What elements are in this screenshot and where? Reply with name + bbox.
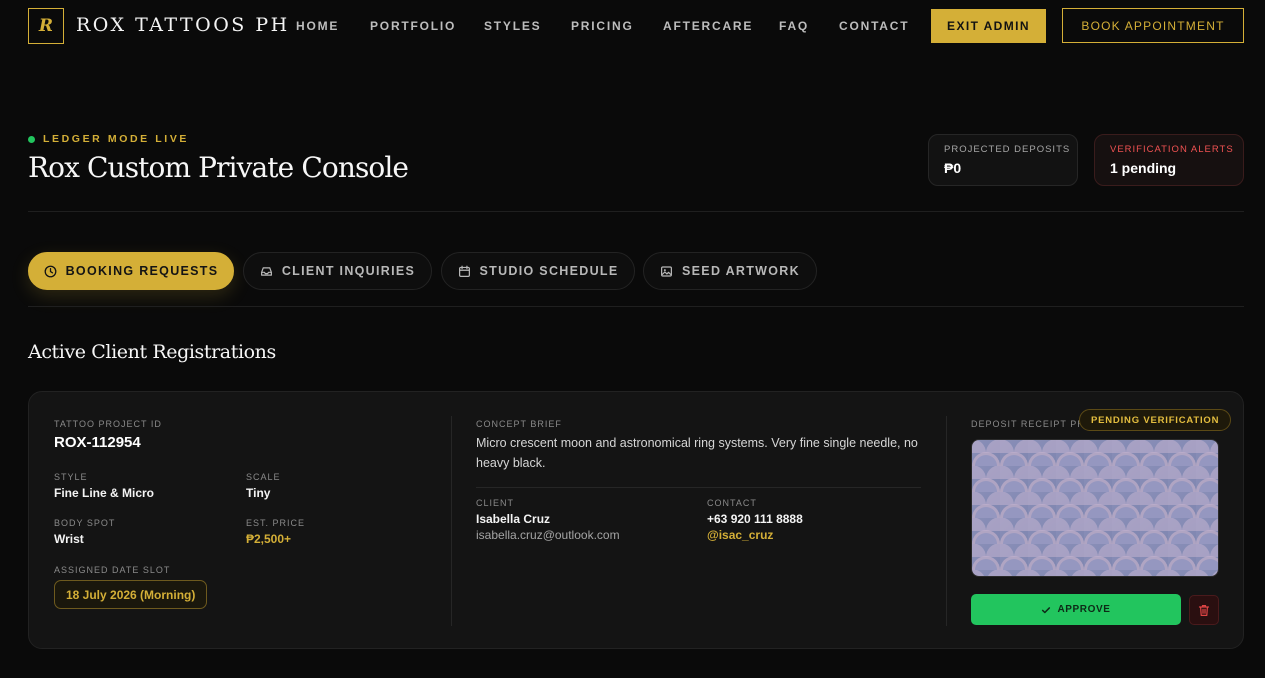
tab-seed-artwork[interactable]: SEED ARTWORK: [643, 252, 817, 290]
nav-link-contact[interactable]: CONTACT: [839, 19, 909, 33]
column-divider-2: [946, 416, 947, 626]
tab-booking-requests-label: BOOKING REQUESTS: [65, 264, 219, 278]
trash-icon: [1198, 604, 1210, 616]
projected-deposits-card: PROJECTED DEPOSITS ₱0: [928, 134, 1078, 186]
date-slot-chip[interactable]: 18 July 2026 (Morning): [54, 580, 208, 609]
client-email[interactable]: isabella.cruz@outlook.com: [476, 528, 620, 542]
brief-divider: [476, 487, 921, 488]
tab-client-inquiries[interactable]: CLIENT INQUIRIES: [243, 252, 432, 290]
booking-card: TATTOO PROJECT ID ROX-112954 STYLE Fine …: [28, 391, 1244, 649]
date-slot-label: ASSIGNED DATE SLOT: [54, 565, 171, 575]
body-spot-value: Wrist: [54, 532, 84, 546]
concept-brief-label: CONCEPT BRIEF: [476, 419, 562, 429]
book-appointment-button[interactable]: BOOK APPOINTMENT: [1062, 8, 1244, 43]
delete-button[interactable]: [1189, 595, 1219, 625]
scale-label: SCALE: [246, 472, 281, 482]
contact-handle[interactable]: @isac_cruz: [707, 528, 773, 542]
ledger-status-text: LEDGER MODE LIVE: [43, 133, 190, 145]
section-title: Active Client Registrations: [28, 341, 276, 363]
header-divider: [28, 211, 1244, 212]
ledger-status: LEDGER MODE LIVE: [28, 133, 189, 145]
exit-admin-button[interactable]: EXIT ADMIN: [931, 9, 1046, 43]
approve-button[interactable]: APPROVE: [971, 594, 1181, 625]
approve-button-label: APPROVE: [1057, 604, 1111, 615]
nav-link-styles[interactable]: STYLES: [484, 19, 541, 33]
logo-mark[interactable]: R: [28, 8, 64, 44]
column-divider: [451, 416, 452, 626]
nav-link-portfolio[interactable]: PORTFOLIO: [370, 19, 456, 33]
verification-alerts-card[interactable]: VERIFICATION ALERTS 1 pending: [1094, 134, 1244, 186]
tab-client-inquiries-label: CLIENT INQUIRIES: [281, 264, 416, 278]
project-id-value: ROX-112954: [54, 434, 141, 451]
style-value: Fine Line & Micro: [54, 486, 155, 500]
style-label: STYLE: [54, 472, 88, 482]
check-icon: [1042, 606, 1051, 613]
live-dot-icon: [28, 135, 35, 143]
nav-link-pricing[interactable]: PRICING: [571, 19, 634, 33]
clock-icon: [44, 265, 57, 277]
calendar-icon: [458, 265, 470, 277]
tabs-divider: [28, 306, 1244, 307]
tab-studio-schedule[interactable]: STUDIO SCHEDULE: [441, 252, 635, 290]
contact-phone[interactable]: +63 920 111 8888: [707, 512, 803, 526]
inbox-icon: [260, 266, 272, 276]
image-icon: [661, 265, 673, 277]
est-price-value: ₱2,500+: [246, 532, 292, 546]
verification-alerts-label: VERIFICATION ALERTS: [1110, 144, 1234, 155]
client-name: Isabella Cruz: [476, 512, 551, 526]
projected-deposits-value: ₱0: [944, 160, 962, 176]
receipt-pattern: [972, 440, 1218, 576]
projected-deposits-label: PROJECTED DEPOSITS: [944, 144, 1071, 155]
client-label: CLIENT: [476, 498, 515, 508]
brand-name[interactable]: ROX TATTOOS PH: [76, 14, 290, 36]
top-nav: R ROX TATTOOS PH HOME PORTFOLIO STYLES P…: [0, 0, 1265, 52]
nav-link-aftercare[interactable]: AFTERCARE: [663, 19, 753, 33]
tab-studio-schedule-label: STUDIO SCHEDULE: [479, 264, 619, 278]
contact-label: CONTACT: [707, 498, 757, 508]
concept-brief-text: Micro crescent moon and astronomical rin…: [476, 436, 918, 470]
nav-link-home[interactable]: HOME: [296, 19, 339, 33]
body-spot-label: BODY SPOT: [54, 518, 116, 528]
status-badge: PENDING VERIFICATION: [1079, 409, 1232, 431]
scale-value: Tiny: [246, 486, 271, 500]
page-title: Rox Custom Private Console: [28, 151, 409, 184]
tab-seed-artwork-label: SEED ARTWORK: [682, 264, 800, 278]
nav-link-faq[interactable]: FAQ: [779, 19, 809, 33]
tab-booking-requests[interactable]: BOOKING REQUESTS: [28, 252, 234, 290]
project-id-label: TATTOO PROJECT ID: [54, 419, 162, 429]
verification-alerts-value: 1 pending: [1110, 160, 1177, 176]
est-price-label: EST. PRICE: [246, 518, 306, 528]
receipt-image[interactable]: [971, 439, 1219, 577]
